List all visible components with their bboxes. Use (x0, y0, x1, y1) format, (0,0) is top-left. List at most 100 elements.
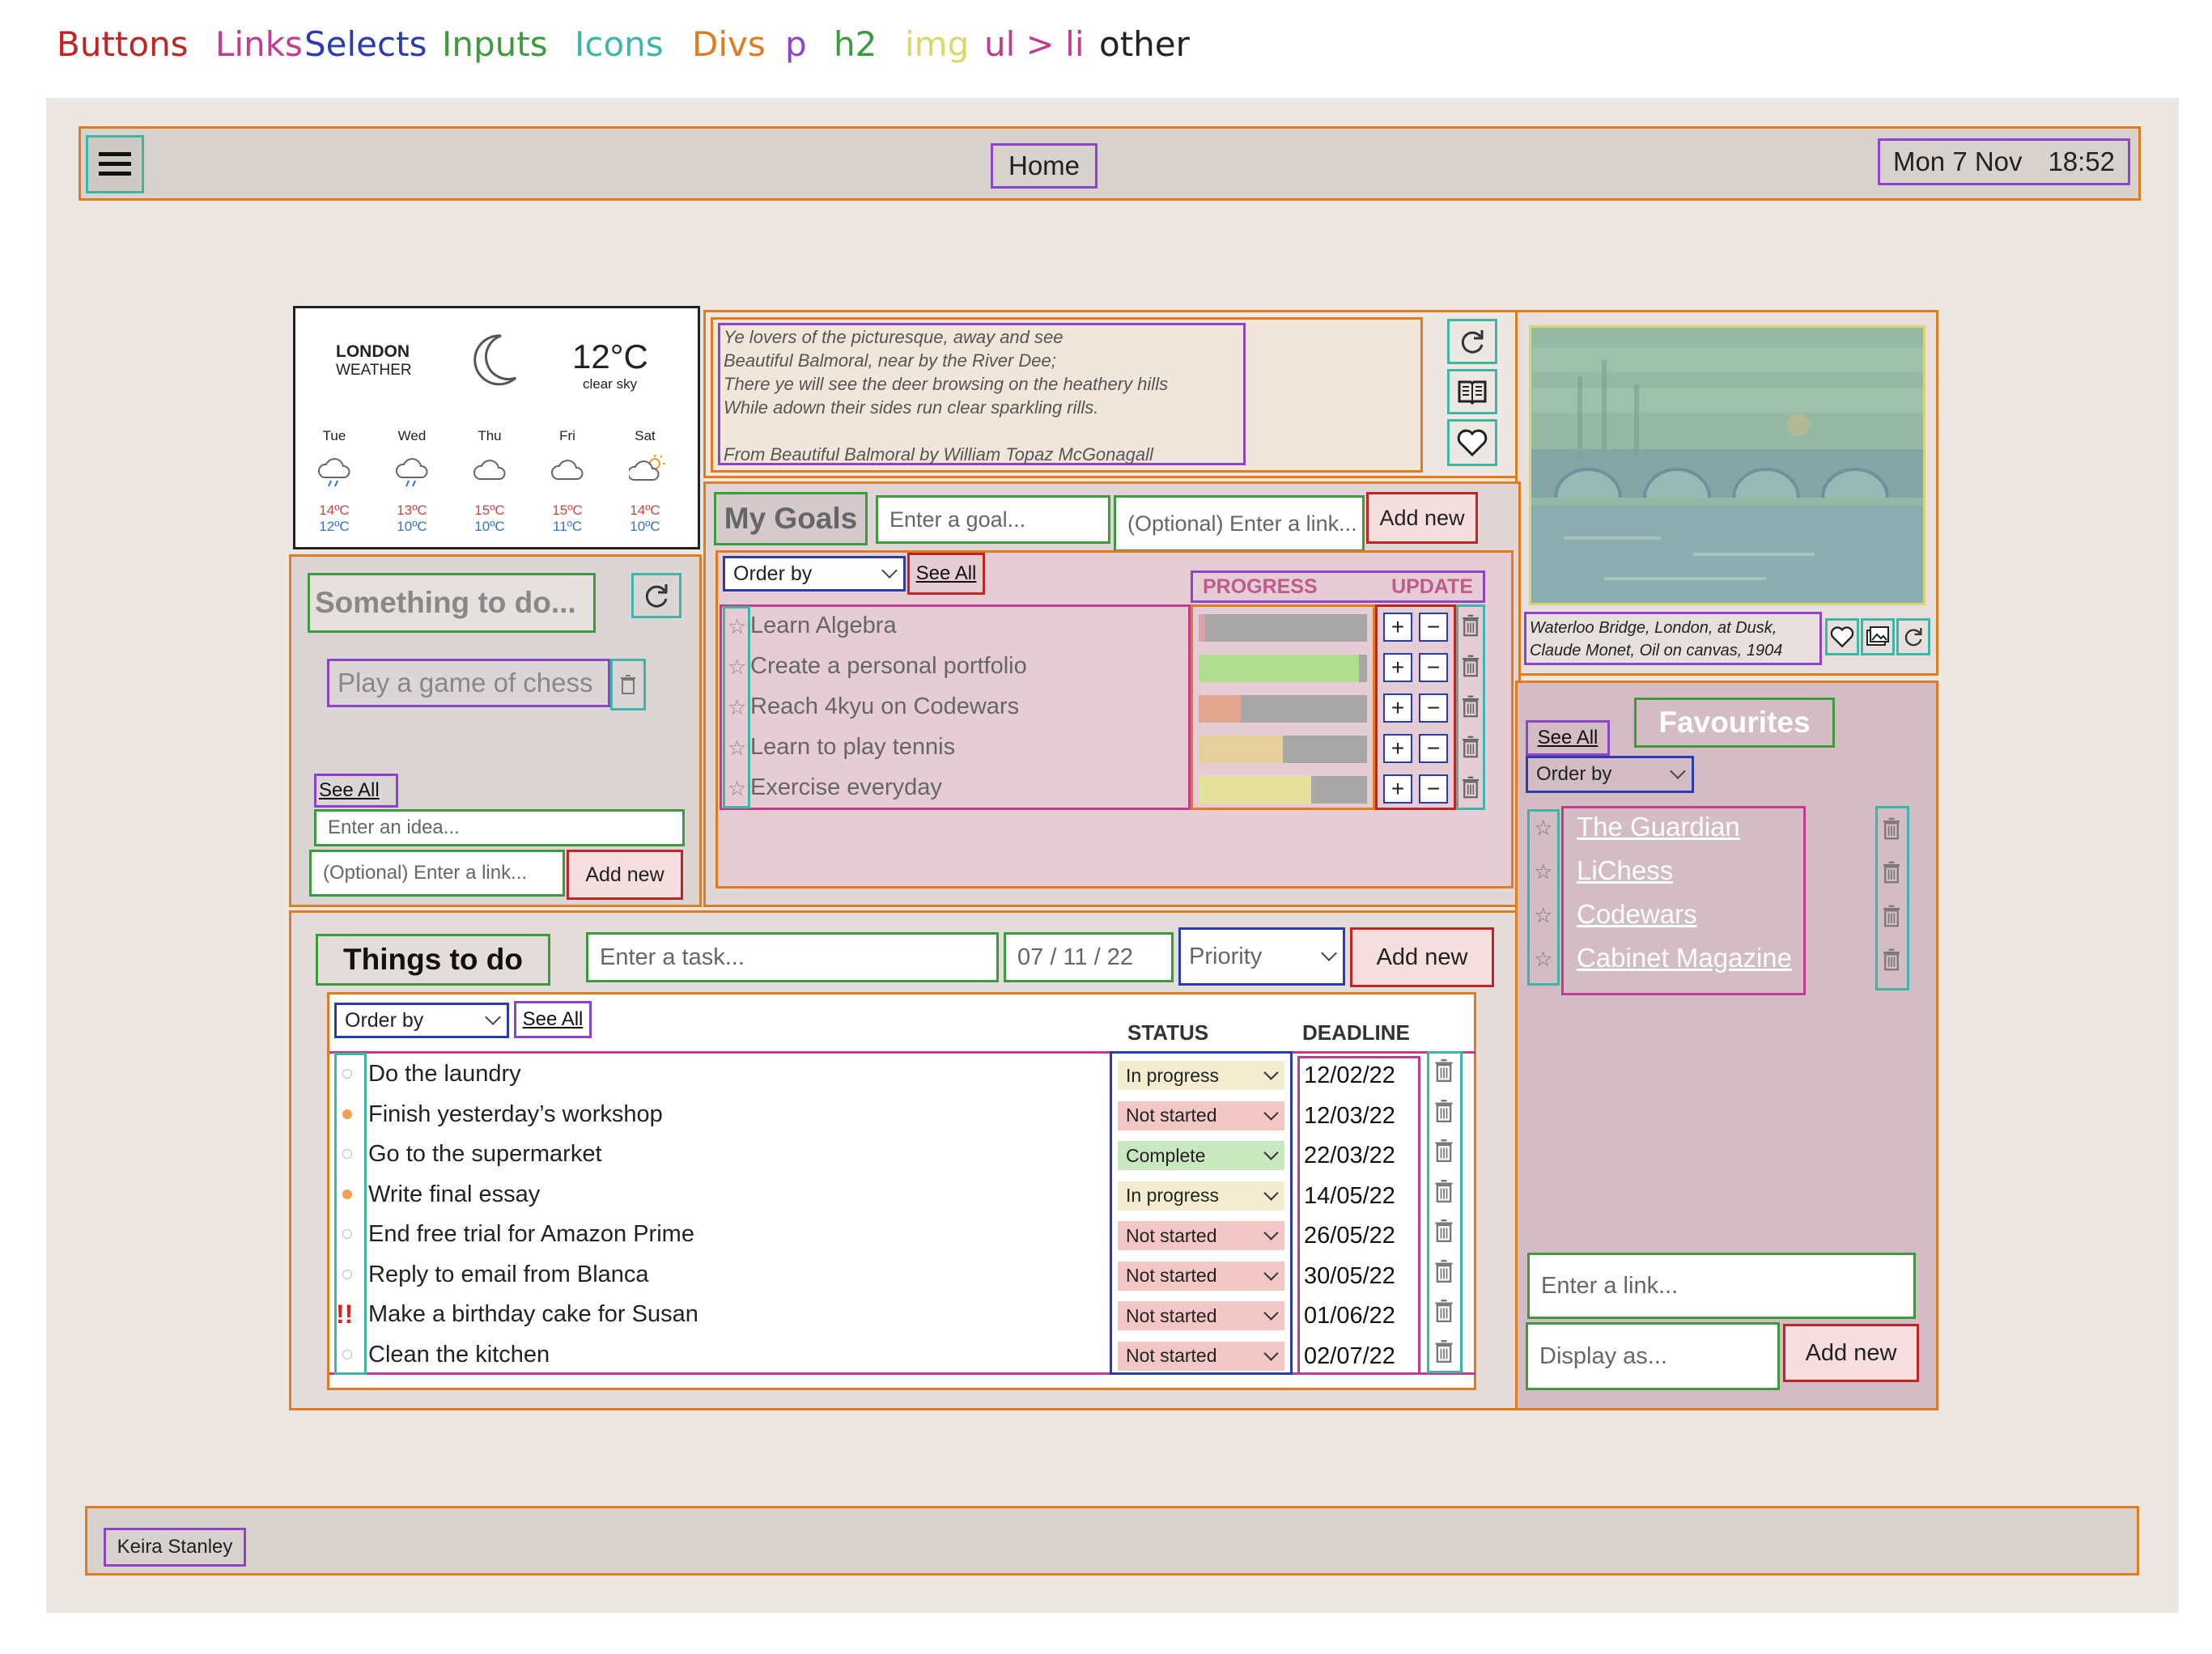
todo-order-by-select[interactable]: Order by (334, 1003, 509, 1038)
heart-icon (1830, 626, 1854, 648)
goal-link-input[interactable]: (Optional) Enter a link... (1114, 495, 1365, 552)
menu-button[interactable] (86, 135, 144, 193)
delete-goal-button[interactable] (1463, 695, 1480, 718)
task-status-select[interactable]: In progress (1118, 1061, 1284, 1090)
task-status-select[interactable]: Not started (1118, 1101, 1284, 1130)
increase-progress-button[interactable]: + (1383, 653, 1412, 682)
star-icon[interactable]: ☆ (728, 736, 746, 761)
delete-task-button[interactable] (1435, 1219, 1453, 1242)
see-all-favourites[interactable]: See All (1538, 727, 1598, 749)
delete-goal-button[interactable] (1463, 776, 1480, 799)
legend-icons: Icons (575, 24, 664, 64)
see-all-tasks[interactable]: See All (523, 1008, 584, 1031)
add-goal-button[interactable]: Add new (1366, 492, 1478, 544)
task-status-select[interactable]: Complete (1118, 1141, 1284, 1170)
see-all-tasks-link[interactable]: See All (514, 1001, 592, 1038)
favourite-link[interactable]: The Guardian (1577, 812, 1740, 842)
refresh-poem-button[interactable] (1447, 319, 1497, 364)
star-icon[interactable]: ☆ (728, 776, 746, 801)
favourite-link[interactable]: LiChess (1577, 855, 1673, 886)
decrease-progress-button[interactable]: − (1419, 653, 1448, 682)
increase-progress-button[interactable]: + (1383, 613, 1412, 642)
priority-select[interactable]: Priority (1178, 927, 1345, 986)
add-task-button[interactable]: Add new (1350, 927, 1494, 987)
delete-favourite-button[interactable] (1883, 817, 1901, 840)
goal-input[interactable]: Enter a goal... (876, 495, 1110, 544)
trash-icon (1463, 736, 1479, 758)
see-all-goals[interactable]: See All (916, 562, 977, 585)
task-status-select[interactable]: Not started (1118, 1301, 1284, 1330)
legend-selects: Selects (304, 24, 427, 64)
read-poem-button[interactable] (1447, 369, 1497, 414)
refresh-idea-button[interactable] (631, 573, 681, 618)
task-input[interactable]: Enter a task... (586, 932, 999, 982)
star-icon[interactable]: ☆ (1534, 859, 1552, 884)
increase-progress-button[interactable]: + (1383, 693, 1412, 723)
star-icon[interactable]: ☆ (728, 695, 746, 720)
progress-fill (1199, 736, 1283, 763)
progress-fill (1199, 655, 1359, 682)
see-all-ideas[interactable]: See All (319, 779, 380, 802)
star-icon[interactable]: ☆ (728, 614, 746, 639)
add-idea-button[interactable]: Add new (567, 850, 683, 900)
delete-goal-button[interactable] (1463, 736, 1480, 758)
delete-idea-button[interactable] (610, 659, 646, 710)
star-icon[interactable]: ☆ (728, 655, 746, 680)
artwork-caption-line: Claude Monet, Oil on canvas, 1904 (1530, 642, 1783, 659)
day-name: Fri (559, 428, 575, 443)
delete-favourite-button[interactable] (1883, 948, 1901, 971)
poem-text: Ye lovers of the picturesque, away and s… (718, 323, 1246, 465)
star-icon[interactable]: ☆ (1534, 947, 1552, 972)
goals-order-by-select[interactable]: Order by (723, 556, 906, 592)
favourites-order-by-select[interactable]: Order by (1526, 756, 1694, 793)
delete-task-button[interactable] (1435, 1099, 1453, 1122)
see-all-ideas-link[interactable]: See All (314, 774, 398, 808)
current-date: Mon 7 Nov (1892, 146, 2023, 176)
favourite-display-input[interactable]: Display as... (1526, 1322, 1780, 1390)
decrease-progress-button[interactable]: − (1419, 613, 1448, 642)
add-favourite-button[interactable]: Add new (1783, 1324, 1919, 1382)
delete-goal-button[interactable] (1463, 614, 1480, 637)
favourite-link-input[interactable]: Enter a link... (1527, 1253, 1916, 1319)
delete-task-button[interactable] (1435, 1139, 1453, 1162)
poem-source: From Beautiful Balmoral by William Topaz… (724, 443, 1243, 466)
favourite-poem-button[interactable] (1447, 419, 1497, 466)
task-status-select[interactable]: Not started (1118, 1341, 1284, 1371)
decrease-progress-button[interactable]: − (1419, 693, 1448, 723)
decrease-progress-button[interactable]: − (1419, 774, 1448, 804)
star-icon[interactable]: ☆ (1534, 816, 1552, 841)
task-status-select[interactable]: Not started (1118, 1261, 1284, 1291)
task-status-select[interactable]: In progress (1118, 1181, 1284, 1211)
current-condition: clear sky (583, 376, 638, 392)
goals-list-panel: Order by See All PROGRESS UPDATE ☆ Learn … (715, 550, 1514, 888)
delete-favourite-button[interactable] (1883, 905, 1901, 927)
star-icon[interactable]: ☆ (1534, 903, 1552, 928)
delete-task-button[interactable] (1435, 1179, 1453, 1202)
delete-task-button[interactable] (1435, 1059, 1453, 1082)
delete-goal-button[interactable] (1463, 655, 1480, 677)
increase-progress-button[interactable]: + (1383, 774, 1412, 804)
refresh-artwork-button[interactable] (1896, 618, 1930, 655)
delete-task-button[interactable] (1435, 1339, 1453, 1363)
poem-line: While adown their sides run clear sparkl… (724, 397, 1099, 418)
idea-input[interactable]: Enter an idea... (314, 809, 685, 846)
delete-task-button[interactable] (1435, 1300, 1453, 1322)
task-status-select[interactable]: Not started (1118, 1221, 1284, 1250)
status-label: In progress (1126, 1064, 1220, 1086)
increase-progress-button[interactable]: + (1383, 734, 1412, 763)
delete-task-button[interactable] (1435, 1259, 1453, 1283)
favourites-list: The Guardian LiChess Codewars Cabinet Ma… (1561, 806, 1806, 995)
task-date-input[interactable]: 07 / 11 / 22 (1004, 932, 1174, 982)
favourite-link[interactable]: Cabinet Magazine (1577, 943, 1792, 973)
favourite-artwork-button[interactable] (1825, 618, 1859, 655)
priority-label: Priority (1189, 943, 1263, 969)
poem-body: Ye lovers of the picturesque, away and s… (711, 317, 1423, 473)
idea-link-input[interactable]: (Optional) Enter a link... (309, 850, 565, 897)
see-all-goals-link[interactable]: See All (907, 553, 985, 595)
favourite-link[interactable]: Codewars (1577, 899, 1697, 930)
low-temp: 12ºC (319, 519, 350, 534)
gallery-button[interactable] (1861, 618, 1895, 655)
decrease-progress-button[interactable]: − (1419, 734, 1448, 763)
see-all-favourites-link[interactable]: See All (1526, 720, 1610, 756)
delete-favourite-button[interactable] (1883, 861, 1901, 884)
